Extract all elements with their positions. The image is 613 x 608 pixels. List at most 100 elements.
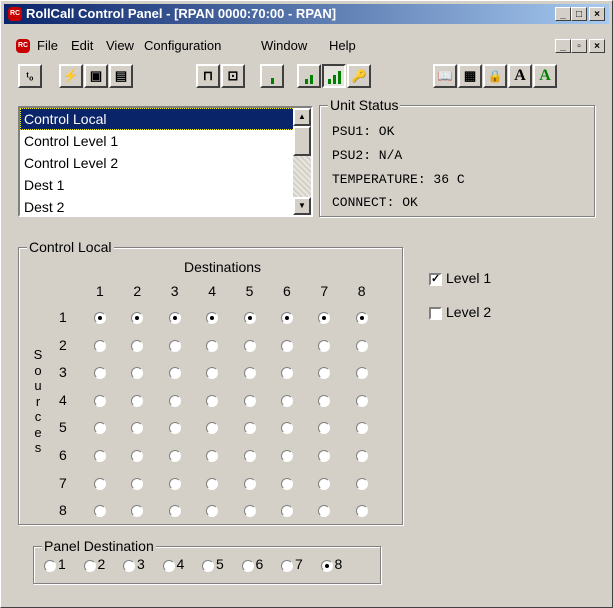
panel-destination-radio[interactable] xyxy=(281,560,293,572)
status-temperature: TEMPERATURE: 36 C xyxy=(332,172,465,187)
lock-button[interactable]: 🔒 xyxy=(483,64,507,88)
crosspoint-radio[interactable] xyxy=(168,394,181,407)
menu-file[interactable]: File xyxy=(37,38,58,53)
panel-destination-radio[interactable] xyxy=(83,560,96,572)
panel-destination-radio[interactable] xyxy=(44,560,56,572)
list-item[interactable]: Dest 2 xyxy=(20,196,311,215)
close-button[interactable]: × xyxy=(589,7,605,21)
crosspoint-radio[interactable] xyxy=(355,367,368,380)
save-as-button[interactable]: ▤ xyxy=(109,64,133,88)
crosspoint-radio[interactable] xyxy=(206,339,219,352)
maximize-button[interactable]: □ xyxy=(571,7,587,21)
crosspoint-radio[interactable] xyxy=(94,394,106,407)
scroll-up-icon[interactable]: ▲ xyxy=(293,108,311,126)
level-2-checkbox[interactable] xyxy=(429,307,442,320)
crosspoint-radio[interactable] xyxy=(355,505,368,518)
minimize-button[interactable]: _ xyxy=(555,7,571,21)
crosspoint-radio[interactable] xyxy=(243,422,256,435)
level-high-button[interactable] xyxy=(322,64,346,88)
panel-destination-radio[interactable] xyxy=(123,560,135,572)
crosspoint-radio[interactable] xyxy=(94,312,106,324)
crosspoint-radio[interactable] xyxy=(281,450,293,462)
crosspoint-radio[interactable] xyxy=(168,367,181,380)
level-1-checkbox[interactable]: ✓ xyxy=(429,273,442,286)
save-button[interactable]: ▣ xyxy=(84,64,108,88)
crosspoint-radio[interactable] xyxy=(243,450,256,462)
menu-help[interactable]: Help xyxy=(329,38,356,53)
crosspoint-radio[interactable] xyxy=(355,450,368,462)
scroll-down-icon[interactable]: ▼ xyxy=(293,197,311,215)
crosspoint-radio[interactable] xyxy=(243,505,256,518)
crosspoint-radio[interactable] xyxy=(131,339,144,352)
crosspoint-radio[interactable] xyxy=(94,339,106,352)
crosspoint-radio[interactable] xyxy=(281,339,293,352)
lock-icon: 🔒 xyxy=(487,69,503,83)
panel-destination-radio[interactable] xyxy=(162,560,175,572)
mdi-minimize-button[interactable]: _ xyxy=(555,39,571,53)
lightning-button[interactable]: ⚡ xyxy=(59,64,83,88)
table-icon: ▦ xyxy=(463,68,477,83)
list-item[interactable]: Control Level 2 xyxy=(20,152,311,174)
network-button[interactable]: ⊓ xyxy=(196,64,220,88)
book-button[interactable]: 📖 xyxy=(433,64,457,88)
destination-list[interactable]: Control Local Control Level 1 Control Le… xyxy=(18,106,313,217)
mdi-restore-button[interactable]: ▫ xyxy=(571,39,587,53)
device-icon: ⊡ xyxy=(227,68,239,83)
level-low-button[interactable] xyxy=(260,64,284,88)
status-connect: CONNECT: OK xyxy=(332,195,418,210)
level-mid-icon xyxy=(305,70,313,84)
connect-button[interactable]: ᵗ₀ xyxy=(18,64,42,88)
crosspoint-radio[interactable] xyxy=(94,450,106,462)
crosspoint-radio[interactable] xyxy=(355,339,368,352)
crosspoint-radio[interactable] xyxy=(355,312,368,324)
level-mid-button[interactable] xyxy=(297,64,321,88)
crosspoint-radio[interactable] xyxy=(206,394,219,407)
key-icon: 🔑 xyxy=(351,69,367,83)
crosspoint-radio[interactable] xyxy=(168,477,181,490)
network-icon: ⊓ xyxy=(202,68,214,83)
font-green-button[interactable]: A xyxy=(533,64,557,88)
crosspoint-radio[interactable] xyxy=(131,477,144,490)
menu-configuration[interactable]: Configuration xyxy=(144,38,221,53)
crosspoint-radio[interactable] xyxy=(281,477,293,490)
crosspoint-radio[interactable] xyxy=(168,339,181,352)
list-scrollbar[interactable]: ▲ ▼ xyxy=(293,108,311,215)
crosspoint-radio[interactable] xyxy=(168,450,181,462)
crosspoint-radio[interactable] xyxy=(318,477,331,490)
scroll-thumb[interactable] xyxy=(293,126,311,156)
menu-view[interactable]: View xyxy=(106,38,134,53)
crosspoint-radio[interactable] xyxy=(281,312,293,324)
rollcall-app-icon[interactable]: RC xyxy=(8,7,22,21)
crosspoint-radio[interactable] xyxy=(168,312,181,324)
crosspoint-radio[interactable] xyxy=(318,339,331,352)
menu-window[interactable]: Window xyxy=(261,38,307,53)
crosspoint-radio[interactable] xyxy=(206,477,219,490)
table-button[interactable]: ▦ xyxy=(458,64,482,88)
crosspoint-radio[interactable] xyxy=(243,394,256,407)
column-header: 6 xyxy=(283,283,291,299)
menu-edit[interactable]: Edit xyxy=(71,38,93,53)
panel-destination-radio[interactable] xyxy=(241,560,254,572)
crosspoint-radio[interactable] xyxy=(168,505,181,518)
list-item[interactable]: Control Level 1 xyxy=(20,130,311,152)
mdi-close-button[interactable]: × xyxy=(589,39,605,53)
crosspoint-radio[interactable] xyxy=(243,339,256,352)
crosspoint-radio[interactable] xyxy=(243,367,256,380)
crosspoint-radio[interactable] xyxy=(243,312,256,324)
crosspoint-radio[interactable] xyxy=(355,477,368,490)
font-black-button[interactable]: A xyxy=(508,64,532,88)
list-item[interactable]: Dest 1 xyxy=(20,174,311,196)
document-icon[interactable]: RC xyxy=(16,39,30,53)
crosspoint-radio[interactable] xyxy=(94,477,106,490)
crosspoint-radio[interactable] xyxy=(281,394,293,407)
level-low-icon xyxy=(270,70,274,84)
title-bar[interactable]: RC RollCall Control Panel - [RPAN 0000:7… xyxy=(4,4,609,24)
list-item[interactable]: Control Local xyxy=(20,108,311,130)
panel-destination-radio[interactable] xyxy=(320,560,333,572)
key-button[interactable]: 🔑 xyxy=(347,64,371,88)
crosspoint-radio[interactable] xyxy=(355,394,368,407)
panel-destination-radio[interactable] xyxy=(202,560,214,572)
device-button[interactable]: ⊡ xyxy=(221,64,245,88)
sources-label-char: o xyxy=(34,362,42,378)
crosspoint-radio[interactable] xyxy=(243,477,256,490)
